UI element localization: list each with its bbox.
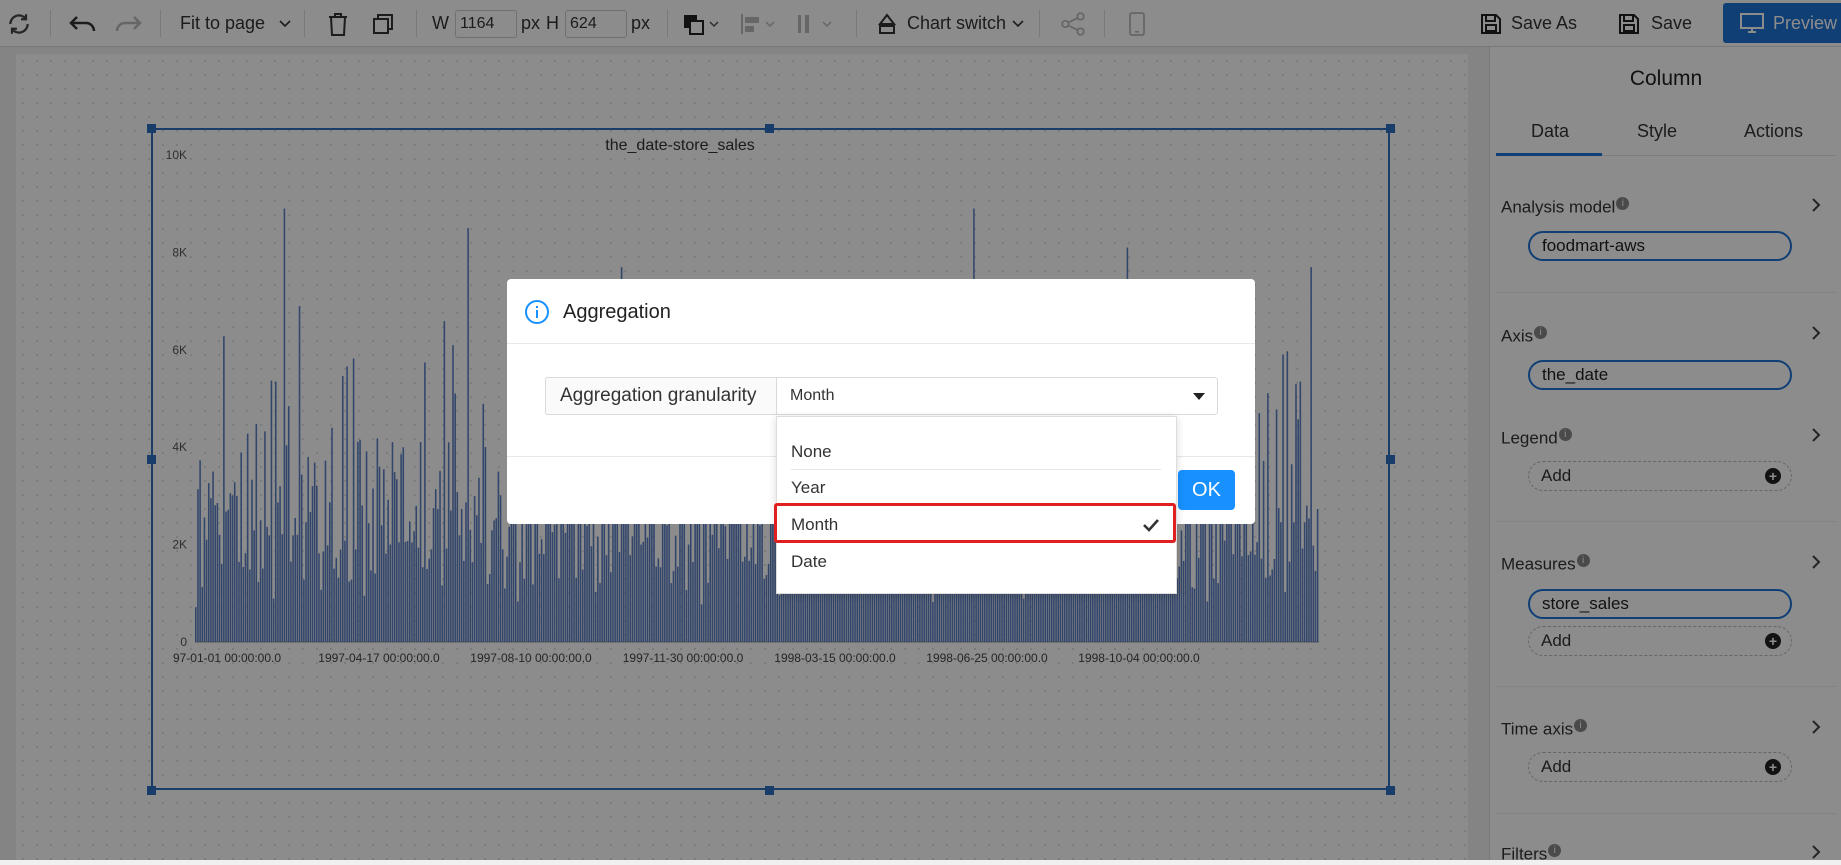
option-date[interactable]: Date	[791, 552, 827, 572]
info-icon	[525, 300, 549, 324]
caret-down-icon	[1193, 393, 1205, 400]
divider	[507, 343, 1255, 344]
divider	[791, 469, 1161, 470]
selection-highlight	[774, 503, 1176, 543]
ok-button[interactable]: OK	[1178, 470, 1235, 510]
option-year[interactable]: Year	[791, 478, 825, 498]
option-none[interactable]: None	[791, 442, 832, 462]
dialog-title: Aggregation	[563, 301, 671, 323]
aggregation-granularity-select[interactable]: Month	[776, 377, 1218, 415]
aggregation-granularity-label: Aggregation granularity	[545, 377, 776, 415]
selected-value: Month	[790, 387, 835, 404]
